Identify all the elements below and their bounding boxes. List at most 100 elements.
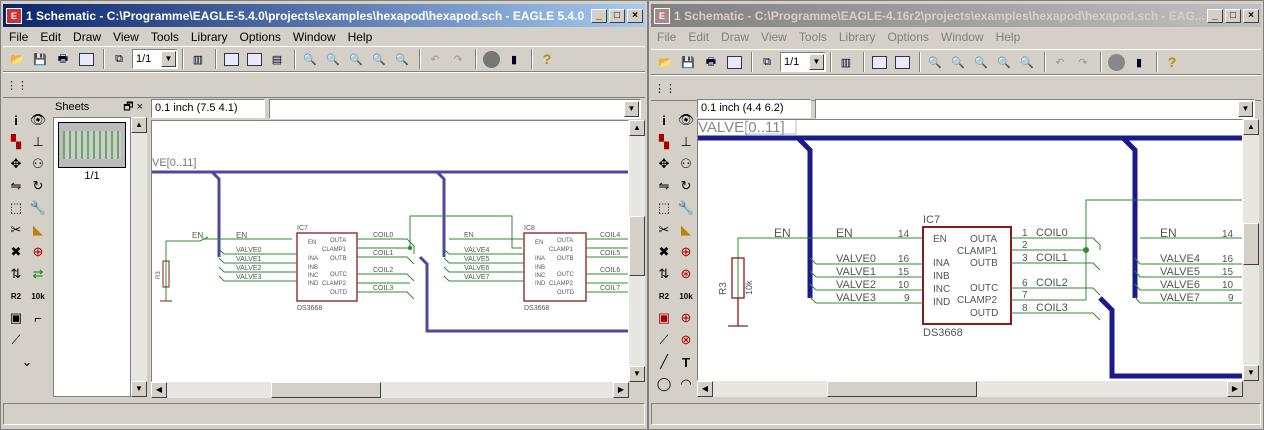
undo-icon[interactable]: ↶	[1050, 52, 1070, 72]
group-icon[interactable]: ⬚	[653, 197, 675, 219]
zoom-out-icon[interactable]: 🔍	[346, 49, 366, 69]
help-icon[interactable]: ?	[537, 49, 557, 69]
right-canvas-hscroll[interactable]: ◀ ▶	[697, 381, 1243, 397]
zoom-select-icon[interactable]: 🔍	[1017, 52, 1037, 72]
change-icon[interactable]: 🔧	[27, 197, 49, 219]
drc-icon[interactable]: ▤	[267, 49, 287, 69]
stop-icon[interactable]	[481, 49, 501, 69]
miter-icon[interactable]: ⌐	[27, 307, 49, 329]
script-icon[interactable]	[221, 49, 241, 69]
command-line-input[interactable]: ▼	[268, 98, 641, 119]
command-line-input[interactable]: ▼	[815, 98, 1255, 119]
menu-file[interactable]: File	[651, 30, 682, 44]
info-icon[interactable]: i	[653, 109, 675, 131]
menu-tools[interactable]: Tools	[793, 30, 833, 44]
menu-edit[interactable]: Edit	[682, 30, 715, 44]
menu-library[interactable]: Library	[185, 30, 234, 44]
sheets-scrollbar[interactable]: ▲ ▼	[131, 117, 147, 397]
menu-view[interactable]: View	[107, 30, 145, 44]
menu-help[interactable]: Help	[342, 30, 379, 44]
sheet-icon[interactable]: ⧉	[757, 52, 777, 72]
miter-icon[interactable]: ⊕	[675, 307, 697, 329]
redo-icon[interactable]: ↷	[448, 49, 468, 69]
save-icon[interactable]: 💾	[30, 49, 50, 69]
menu-library[interactable]: Library	[833, 30, 882, 44]
script-icon[interactable]	[869, 52, 889, 72]
menu-file[interactable]: File	[3, 30, 34, 44]
sheet-select[interactable]: 1/1 ▼	[132, 49, 178, 69]
zoom-select-icon[interactable]: 🔍	[392, 49, 412, 69]
minimize-button[interactable]: _	[1207, 8, 1223, 23]
undo-icon[interactable]: ↶	[425, 49, 445, 69]
menu-edit[interactable]: Edit	[34, 30, 67, 44]
move-icon[interactable]: ✥	[5, 153, 27, 175]
zoom-fit-icon[interactable]: 🔍	[300, 49, 320, 69]
zoom-out-icon[interactable]: 🔍	[971, 52, 991, 72]
replace-icon[interactable]: ⇄	[27, 263, 49, 285]
open-icon[interactable]: 📂	[7, 49, 27, 69]
ulp-icon[interactable]	[244, 49, 264, 69]
float-icon[interactable]: 🗗 ×	[123, 98, 143, 117]
mark-icon[interactable]: ⊥	[675, 131, 697, 153]
invoke-icon[interactable]: ⊗	[675, 329, 697, 351]
replace-icon[interactable]: ⊛	[675, 263, 697, 285]
show-icon[interactable]: 👁	[675, 109, 697, 131]
cam-icon[interactable]	[76, 49, 96, 69]
redraw-icon[interactable]: 🔍	[369, 49, 389, 69]
zoom-fit-icon[interactable]: 🔍	[925, 52, 945, 72]
cam-icon[interactable]	[724, 52, 744, 72]
param-grid-icon[interactable]: ⋮⋮	[6, 75, 28, 95]
split-icon[interactable]: ⟋	[653, 329, 675, 351]
delete-icon[interactable]: ✖	[653, 241, 675, 263]
open-icon[interactable]: 📂	[655, 52, 675, 72]
text-icon[interactable]: T	[675, 351, 697, 373]
paste-icon[interactable]: ◣	[675, 219, 697, 241]
smash-icon[interactable]: ▣	[5, 307, 27, 329]
use-library-icon[interactable]: ▥	[188, 49, 208, 69]
use-library-icon[interactable]: ▥	[836, 52, 856, 72]
save-icon[interactable]: 💾	[678, 52, 698, 72]
circle-icon[interactable]: ◯	[653, 373, 675, 395]
add-icon[interactable]: ⊕	[675, 241, 697, 263]
more-tools-icon[interactable]	[27, 329, 49, 351]
print-icon[interactable]: 🖶	[701, 52, 721, 72]
value-icon[interactable]: 10k	[27, 285, 49, 307]
ulp-icon[interactable]	[892, 52, 912, 72]
minimize-button[interactable]: _	[591, 8, 607, 23]
menu-draw[interactable]: Draw	[67, 30, 107, 44]
pinswap-icon[interactable]: ⇅	[653, 263, 675, 285]
copy-icon[interactable]: ⚇	[27, 153, 49, 175]
name-icon[interactable]: R2	[5, 285, 27, 307]
rotate-icon[interactable]: ↻	[27, 175, 49, 197]
cut-icon[interactable]: ✂	[653, 219, 675, 241]
right-schematic-canvas[interactable]: VALVE[0..11] EN EN 14 R3 10k IC7 DS3668 …	[697, 119, 1243, 381]
menu-view[interactable]: View	[755, 30, 793, 44]
mark-icon[interactable]: ⊥	[27, 131, 49, 153]
copy-icon[interactable]: ⚇	[675, 153, 697, 175]
mirror-icon[interactable]: ⇋	[653, 175, 675, 197]
delete-icon[interactable]: ✖	[5, 241, 27, 263]
mirror-icon[interactable]: ⇋	[5, 175, 27, 197]
move-icon[interactable]: ✥	[653, 153, 675, 175]
sheet-thumbnail[interactable]	[58, 122, 126, 168]
sheet-select[interactable]: 1/1 ▼	[780, 52, 826, 72]
pinswap-icon[interactable]: ⇅	[5, 263, 27, 285]
change-icon[interactable]: 🔧	[675, 197, 697, 219]
menu-help[interactable]: Help	[990, 30, 1027, 44]
paste-icon[interactable]: ◣	[27, 219, 49, 241]
menu-options[interactable]: Options	[234, 30, 287, 44]
expand-tools-icon[interactable]: ⌄	[5, 351, 49, 373]
menu-options[interactable]: Options	[882, 30, 935, 44]
print-icon[interactable]: 🖶	[53, 49, 73, 69]
param-grid-icon[interactable]: ⋮⋮	[654, 78, 676, 98]
rotate-icon[interactable]: ↻	[675, 175, 697, 197]
value-icon[interactable]: 10k	[675, 285, 697, 307]
zoom-in-icon[interactable]: 🔍	[323, 49, 343, 69]
arc-icon[interactable]: ◠	[675, 373, 697, 395]
menu-draw[interactable]: Draw	[715, 30, 755, 44]
display-icon[interactable]: ▚	[653, 131, 675, 153]
sheet-icon[interactable]: ⧉	[109, 49, 129, 69]
right-canvas-vscroll[interactable]: ▲ ▼	[1243, 119, 1259, 381]
zoom-in-icon[interactable]: 🔍	[948, 52, 968, 72]
go-icon[interactable]: ▮	[1129, 52, 1149, 72]
